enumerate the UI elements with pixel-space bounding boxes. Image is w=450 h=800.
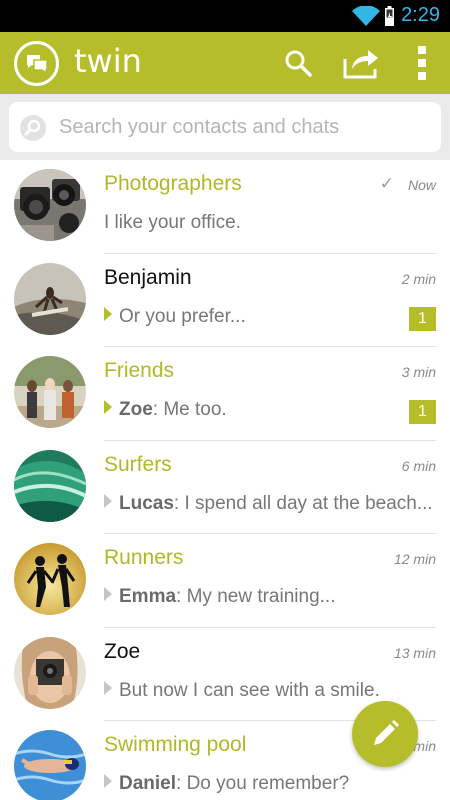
overflow-menu-button[interactable] bbox=[397, 32, 447, 94]
avatar bbox=[14, 449, 86, 522]
preview-text: But now I can see with a smile. bbox=[119, 679, 380, 701]
chat-preview: Zoe: Me too. bbox=[104, 399, 434, 421]
chat-time: Now bbox=[407, 177, 436, 193]
share-button[interactable] bbox=[336, 32, 386, 94]
chat-name: Photographers bbox=[104, 172, 242, 195]
pencil-icon bbox=[374, 720, 399, 745]
avatar bbox=[14, 543, 86, 615]
app-title: twin bbox=[74, 42, 142, 80]
preview-text: I like your office. bbox=[104, 212, 241, 233]
unread-badge: 1 bbox=[409, 306, 436, 331]
chat-bubbles-icon[interactable] bbox=[14, 41, 59, 86]
app-bar: twin bbox=[0, 32, 450, 94]
chat-row[interactable]: Friends 3 min Zoe: Me too. 1 bbox=[0, 347, 450, 441]
incoming-arrow-icon bbox=[104, 400, 112, 414]
sender-name: Lucas bbox=[119, 492, 174, 514]
avatar bbox=[14, 169, 86, 241]
chat-name: Benjamin bbox=[104, 265, 192, 289]
avatar bbox=[14, 730, 86, 800]
avatar bbox=[14, 262, 86, 335]
chat-preview: But now I can see with a smile. bbox=[104, 680, 434, 702]
preview-text: : Do you remember? bbox=[176, 773, 350, 794]
battery-icon bbox=[385, 6, 394, 26]
chat-preview: Or you prefer... bbox=[104, 306, 434, 328]
chat-time: 6 min bbox=[401, 457, 436, 474]
chat-name: Friends bbox=[104, 359, 175, 382]
search-bar bbox=[0, 94, 450, 160]
search-button[interactable] bbox=[273, 32, 323, 94]
unread-badge: 1 bbox=[409, 400, 436, 424]
chat-row[interactable]: Surfers 6 min Lucas: I spend all day at … bbox=[0, 441, 450, 534]
chat-time: 2 min bbox=[401, 270, 436, 287]
search-input[interactable] bbox=[59, 112, 429, 142]
chat-name: Surfers bbox=[104, 452, 172, 476]
search-icon bbox=[285, 50, 312, 77]
preview-text: : My new training... bbox=[176, 586, 336, 607]
chat-row[interactable]: Benjamin 2 min Or you prefer... 1 bbox=[0, 254, 450, 347]
preview-text: Or you prefer... bbox=[119, 305, 246, 327]
sender-name: Emma bbox=[119, 586, 177, 607]
outgoing-arrow-icon bbox=[104, 493, 112, 508]
share-icon bbox=[343, 50, 378, 79]
status-bar: 2:29 bbox=[0, 0, 450, 32]
chat-time: 12 min bbox=[393, 551, 436, 567]
chat-name: Swimming pool bbox=[104, 733, 247, 756]
chat-time: 3 min bbox=[401, 364, 436, 380]
outgoing-arrow-icon bbox=[104, 587, 112, 601]
search-field-icon bbox=[20, 115, 46, 141]
search-box[interactable] bbox=[9, 102, 441, 152]
overflow-menu-icon bbox=[418, 46, 426, 80]
chat-name: Zoe bbox=[104, 639, 141, 663]
chat-row[interactable]: Photographers ✓ Now I like your office. bbox=[0, 160, 450, 254]
chat-name: Runners bbox=[104, 546, 184, 569]
outgoing-arrow-icon bbox=[104, 680, 112, 695]
avatar bbox=[14, 636, 86, 709]
chat-preview: Emma: My new training... bbox=[104, 586, 434, 608]
sent-check-icon: ✓ bbox=[379, 174, 394, 194]
status-clock: 2:29 bbox=[401, 4, 440, 26]
preview-text: : Me too. bbox=[152, 399, 227, 420]
preview-text: : I spend all day at the beach... bbox=[173, 492, 433, 514]
incoming-arrow-icon bbox=[104, 306, 112, 321]
sender-name: Daniel bbox=[119, 773, 177, 794]
outgoing-arrow-icon bbox=[104, 774, 112, 788]
compose-button[interactable] bbox=[352, 701, 418, 767]
chat-preview: Lucas: I spend all day at the beach... bbox=[104, 493, 434, 515]
chat-preview: Daniel: Do you remember? bbox=[104, 773, 434, 795]
sender-name: Zoe bbox=[119, 399, 153, 420]
chat-preview: I like your office. bbox=[104, 212, 434, 234]
avatar bbox=[14, 356, 86, 428]
chat-row[interactable]: Runners 12 min Emma: My new training... bbox=[0, 534, 450, 628]
wifi-icon bbox=[352, 6, 380, 26]
chat-time: 13 min bbox=[393, 644, 436, 661]
